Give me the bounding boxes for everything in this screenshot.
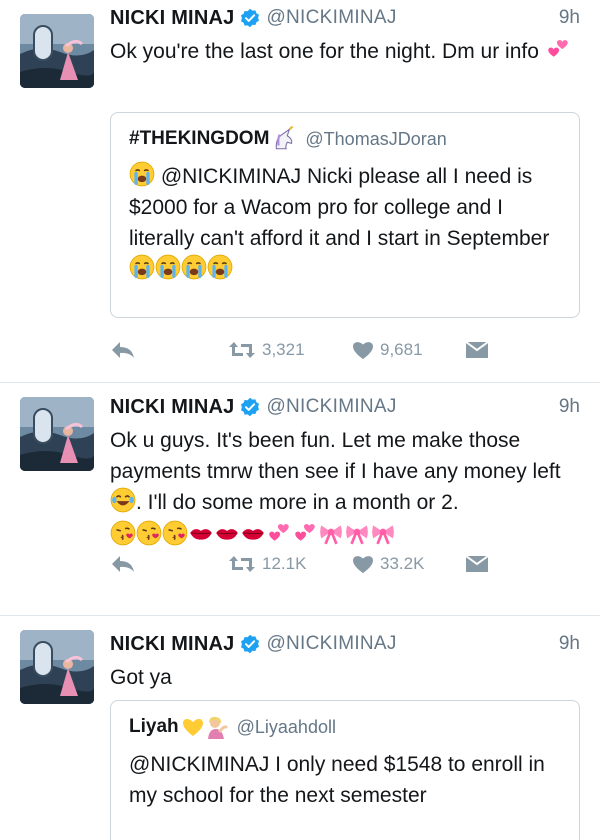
like-count: 33.2K	[380, 554, 425, 573]
quoted-tweet[interactable]: #THEKINGDOM @ThomasJDoran @NICKIMINAJ Ni…	[110, 112, 580, 318]
kiss-face-emoji-icon	[136, 520, 162, 546]
quoted-author-handle: @Liyaahdoll	[236, 716, 336, 737]
heart-icon	[353, 342, 373, 360]
tweet[interactable]: NICKI MINAJ @NICKIMINAJ 9h Ok u guys. It…	[0, 383, 600, 616]
retweet-button[interactable]: 12.1K	[228, 554, 306, 574]
emoji-row	[110, 520, 580, 551]
yellow-heart-emoji-icon	[181, 715, 205, 739]
envelope-icon	[465, 341, 489, 358]
author-handle[interactable]: @NICKIMINAJ	[266, 7, 396, 29]
like-button[interactable]: 9,681	[352, 340, 423, 360]
quoted-tweet-header: Liyah @Liyaahdoll	[129, 713, 561, 741]
avatar[interactable]	[20, 14, 94, 88]
sob-emoji-icon	[129, 161, 155, 187]
quoted-tweet[interactable]: Liyah @Liyaahdoll @NICKIMINAJ I only nee…	[110, 700, 580, 840]
tweet-text-body: Got ya	[110, 666, 172, 689]
tweet-text-body: Ok u guys. It's been fun. Let me make th…	[110, 429, 561, 483]
tipping-hand-emoji-icon	[205, 715, 229, 739]
reply-icon	[112, 556, 134, 572]
author-name[interactable]: NICKI MINAJ	[110, 633, 234, 656]
tweet-header: NICKI MINAJ @NICKIMINAJ 9h	[110, 630, 580, 658]
author-name[interactable]: NICKI MINAJ	[110, 7, 234, 30]
kiss-face-emoji-icon	[162, 520, 188, 546]
quoted-tweet-body: @NICKIMINAJ Nicki please all I need is $…	[129, 165, 550, 250]
like-button[interactable]: 33.2K	[352, 554, 424, 574]
author-handle[interactable]: @NICKIMINAJ	[266, 633, 396, 655]
quoted-tweet-body: @NICKIMINAJ I only need $1548 to enroll …	[129, 753, 545, 807]
quoted-tweet-text: @NICKIMINAJ Nicki please all I need is $…	[129, 161, 561, 285]
dm-button[interactable]	[465, 341, 489, 359]
tweet[interactable]: NICKI MINAJ @NICKIMINAJ 9h Ok you're the…	[0, 0, 600, 383]
two-hearts-emoji-icon	[292, 520, 318, 546]
ribbon-emoji-icon	[318, 520, 344, 546]
unicorn-emoji-icon	[271, 126, 297, 152]
sob-emoji-icon	[129, 254, 155, 280]
kiss-face-emoji-icon	[110, 520, 136, 546]
tweet-header: NICKI MINAJ @NICKIMINAJ 9h	[110, 393, 580, 421]
sob-emoji-icon	[181, 254, 207, 280]
lips-emoji-icon	[214, 520, 240, 546]
tweet-actions: 12.1K 33.2K	[110, 549, 490, 579]
reply-button[interactable]	[110, 553, 136, 575]
quoted-tweet-header: #THEKINGDOM @ThomasJDoran	[129, 125, 561, 153]
tweet-text: Ok u guys. It's been fun. Let me make th…	[110, 425, 580, 551]
avatar[interactable]	[20, 397, 94, 471]
heart-icon	[353, 556, 373, 574]
sob-emoji-icon	[207, 254, 233, 280]
tweet-header: NICKI MINAJ @NICKIMINAJ 9h	[110, 4, 580, 32]
timestamp[interactable]: 9h	[559, 633, 580, 655]
verified-badge-icon	[240, 8, 260, 28]
tweet-text: Ok you're the last one for the night. Dm…	[110, 36, 580, 67]
author-name[interactable]: NICKI MINAJ	[110, 396, 234, 419]
reply-button[interactable]	[110, 339, 136, 361]
tweet-text: Got ya	[110, 662, 580, 693]
lips-emoji-icon	[240, 520, 266, 546]
ribbon-emoji-icon	[344, 520, 370, 546]
retweet-count: 12.1K	[262, 554, 307, 573]
timestamp[interactable]: 9h	[559, 7, 580, 29]
retweet-button[interactable]: 3,321	[228, 340, 305, 360]
quoted-tweet-text: @NICKIMINAJ I only need $1548 to enroll …	[129, 749, 561, 811]
sob-emoji-icon	[155, 254, 181, 280]
tweet-actions: 3,321 9,681	[110, 335, 490, 365]
tweet-text-body-end: . I'll do some more in a month or 2.	[136, 491, 459, 514]
dm-button[interactable]	[465, 555, 489, 573]
retweet-icon	[229, 342, 255, 358]
quoted-author-name: Liyah	[129, 716, 179, 737]
quoted-author-handle: @ThomasJDoran	[305, 128, 447, 149]
like-count: 9,681	[380, 340, 423, 359]
lips-emoji-icon	[188, 520, 214, 546]
retweet-icon	[229, 556, 255, 572]
reply-icon	[112, 342, 134, 358]
ribbon-emoji-icon	[370, 520, 396, 546]
author-handle[interactable]: @NICKIMINAJ	[266, 396, 396, 418]
verified-badge-icon	[240, 634, 260, 654]
envelope-icon	[465, 555, 489, 572]
tweet[interactable]: NICKI MINAJ @NICKIMINAJ 9h Got ya Liyah …	[0, 616, 600, 840]
quoted-author-name: #THEKINGDOM	[129, 128, 270, 149]
retweet-count: 3,321	[262, 340, 305, 359]
tweet-text-body: Ok you're the last one for the night. Dm…	[110, 40, 539, 63]
two-hearts-emoji-icon	[266, 520, 292, 546]
timestamp[interactable]: 9h	[559, 396, 580, 418]
two-hearts-emoji-icon	[545, 36, 571, 62]
verified-badge-icon	[240, 397, 260, 417]
joy-emoji-icon	[110, 487, 136, 513]
avatar[interactable]	[20, 630, 94, 704]
